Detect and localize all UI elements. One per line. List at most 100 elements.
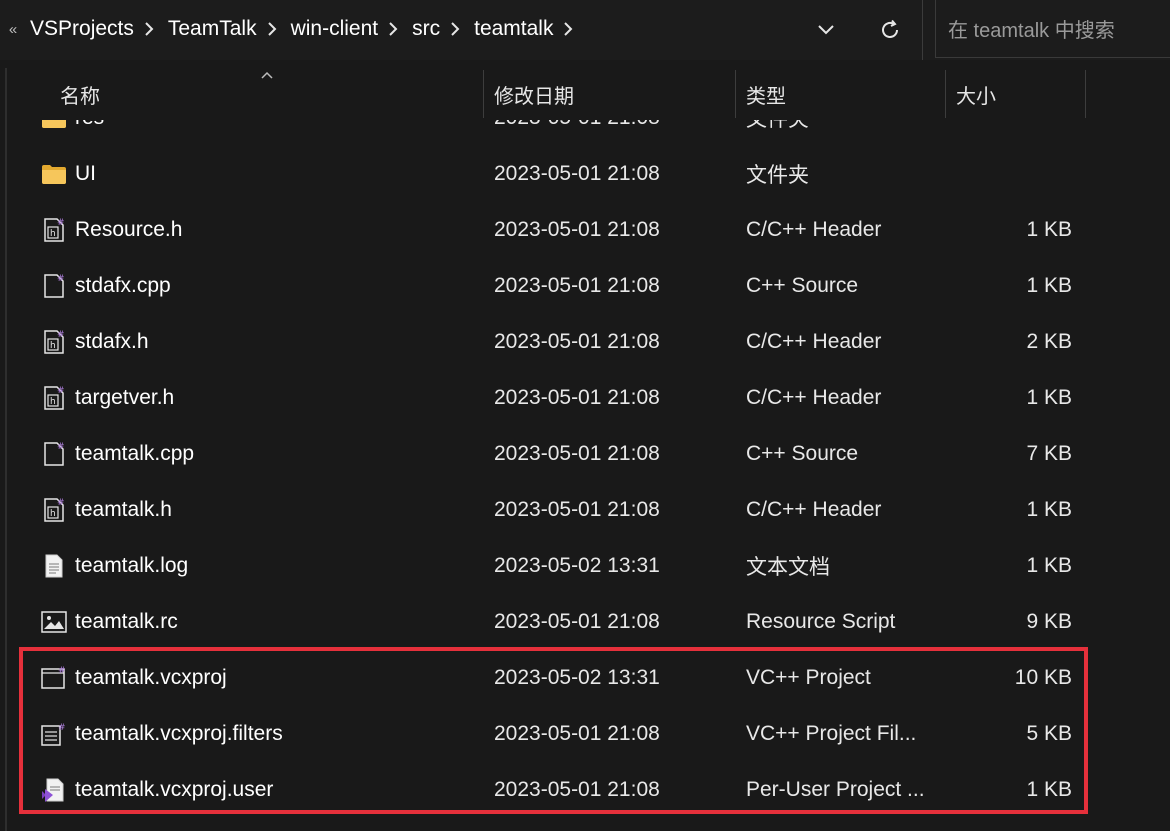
sort-ascending-icon xyxy=(261,71,273,79)
file-type: 文件夹 xyxy=(746,164,809,187)
file-name: Resource.h xyxy=(75,218,183,241)
file-type: VC++ Project Fil... xyxy=(746,722,917,745)
file-row[interactable]: h # teamtalk.h 2023-05-01 21:08 C/C++ Header… xyxy=(20,482,1100,538)
column-divider[interactable] xyxy=(1085,70,1086,118)
file-size: 1 KB xyxy=(1026,218,1072,241)
svg-text:#: # xyxy=(57,442,65,452)
file-date: 2023-05-01 21:08 xyxy=(494,162,660,185)
file-type: Per-User Project ... xyxy=(746,778,925,801)
column-size-header[interactable]: 大小 xyxy=(956,68,996,120)
file-type: C/C++ Header xyxy=(746,330,882,353)
search-placeholder: 在 teamtalk 中搜索 xyxy=(948,20,1115,42)
svg-text:#: # xyxy=(57,386,65,396)
file-row[interactable]: UI 2023-05-01 21:08 文件夹 xyxy=(20,146,1100,202)
breadcrumb: « VSProjects TeamTalk win-client src teamtal… xyxy=(0,0,800,58)
svg-text:h: h xyxy=(50,341,56,351)
file-date: 2023-05-01 21:08 xyxy=(494,330,660,353)
file-row[interactable]: h # stdafx.h 2023-05-01 21:08 C/C++ Header 2 … xyxy=(20,314,1100,370)
column-type-header[interactable]: 类型 xyxy=(746,68,786,120)
vs-user-file-icon xyxy=(40,762,68,818)
file-size: 7 KB xyxy=(1026,442,1072,465)
file-name: stdafx.cpp xyxy=(75,274,171,297)
file-row[interactable]: teamtalk.log 2023-05-02 13:31 文本文档 1 KB xyxy=(20,538,1100,594)
cpp-source-file-icon: # xyxy=(40,258,68,314)
file-size: 2 KB xyxy=(1026,330,1072,353)
breadcrumb-item[interactable]: TeamTalk xyxy=(166,17,259,41)
file-row[interactable]: # stdafx.cpp 2023-05-01 21:08 C++ Source 1 K… xyxy=(20,258,1100,314)
breadcrumb-chevron-icon[interactable] xyxy=(380,20,406,38)
svg-text:h: h xyxy=(50,397,56,407)
breadcrumb-chevron-icon[interactable] xyxy=(442,20,468,38)
vc-filters-file-icon: # xyxy=(40,706,68,762)
search-input[interactable]: 在 teamtalk 中搜索 xyxy=(935,0,1170,58)
file-size: 1 KB xyxy=(1026,386,1072,409)
file-type: C++ Source xyxy=(746,442,859,465)
file-row[interactable]: h # Resource.h 2023-05-01 21:08 C/C++ Header… xyxy=(20,202,1100,258)
file-row[interactable]: # teamtalk.vcxproj 2023-05-02 13:31 VC++ Pr… xyxy=(20,650,1100,706)
cpp-header-file-icon: h # xyxy=(40,370,68,426)
svg-text:h: h xyxy=(50,509,56,519)
file-type: 文本文档 xyxy=(746,556,830,579)
breadcrumb-item[interactable]: src xyxy=(410,17,442,41)
svg-text:#: # xyxy=(57,498,65,508)
svg-text:#: # xyxy=(57,274,65,284)
file-date: 2023-05-01 21:08 xyxy=(494,498,660,521)
folder-icon xyxy=(40,146,68,202)
image-file-icon xyxy=(40,594,68,650)
breadcrumb-chevron-icon[interactable] xyxy=(555,20,581,38)
file-row[interactable]: # teamtalk.vcxproj.filters 2023-05-01 21:0… xyxy=(20,706,1100,762)
breadcrumb-item[interactable]: win-client xyxy=(289,17,381,41)
file-type: VC++ Project xyxy=(746,666,871,689)
file-name: teamtalk.vcxproj xyxy=(75,666,227,689)
svg-text:#: # xyxy=(57,218,65,228)
chevron-down-icon xyxy=(818,25,834,35)
file-type: C/C++ Header xyxy=(746,498,882,521)
file-name: teamtalk.vcxproj.user xyxy=(75,778,274,801)
file-date: 2023-05-02 13:31 xyxy=(494,666,660,689)
address-bar: « VSProjects TeamTalk win-client src teamtal… xyxy=(0,0,1170,60)
address-divider xyxy=(922,0,923,60)
refresh-icon xyxy=(882,19,898,38)
cpp-source-file-icon: # xyxy=(40,426,68,482)
breadcrumb-item[interactable]: VSProjects xyxy=(28,17,136,41)
file-name: teamtalk.cpp xyxy=(75,442,195,465)
file-date: 2023-05-01 21:08 xyxy=(494,442,660,465)
svg-text:#: # xyxy=(58,723,66,733)
vc-project-file-icon: # xyxy=(40,650,68,706)
breadcrumb-chevron-icon[interactable] xyxy=(259,20,285,38)
file-row[interactable]: h # targetver.h 2023-05-01 21:08 C/C++ Heade… xyxy=(20,370,1100,426)
column-name-header[interactable]: 名称 xyxy=(60,68,100,120)
file-date: 2023-05-01 21:08 xyxy=(494,274,660,297)
breadcrumb-chevron-icon[interactable] xyxy=(136,20,162,38)
file-size: 10 KB xyxy=(1014,666,1072,689)
navigation-pane-edge xyxy=(5,68,7,831)
breadcrumb-overflow-button[interactable]: « xyxy=(2,21,24,38)
svg-text:#: # xyxy=(57,330,65,340)
svg-text:#: # xyxy=(58,666,66,676)
column-divider[interactable] xyxy=(735,70,736,118)
file-name: stdafx.h xyxy=(75,330,149,353)
file-date: 2023-05-01 21:08 xyxy=(494,218,660,241)
cpp-header-file-icon: h # xyxy=(40,314,68,370)
file-type: Resource Script xyxy=(746,610,896,633)
file-type: C/C++ Header xyxy=(746,218,882,241)
column-divider[interactable] xyxy=(483,70,484,118)
file-name: UI xyxy=(75,162,96,185)
file-row[interactable]: # teamtalk.cpp 2023-05-01 21:08 C++ Source 7… xyxy=(20,426,1100,482)
file-size: 1 KB xyxy=(1026,554,1072,577)
column-divider[interactable] xyxy=(945,70,946,118)
address-history-dropdown-button[interactable] xyxy=(806,12,846,48)
file-type: C/C++ Header xyxy=(746,386,882,409)
file-list: res2023-05-01 21:08文件夹UI2023-05-01 21:08… xyxy=(0,0,1170,831)
breadcrumb-item[interactable]: teamtalk xyxy=(472,17,555,41)
file-name: targetver.h xyxy=(75,386,175,409)
file-size: 1 KB xyxy=(1026,778,1072,801)
svg-text:h: h xyxy=(50,229,56,239)
file-row[interactable]: teamtalk.vcxproj.user 2023-05-01 21:08 Per… xyxy=(20,762,1100,818)
column-date-header[interactable]: 修改日期 xyxy=(494,68,574,120)
file-type: C++ Source xyxy=(746,274,859,297)
file-date: 2023-05-01 21:08 xyxy=(494,386,660,409)
refresh-button[interactable] xyxy=(868,10,912,50)
file-row[interactable]: teamtalk.rc 2023-05-01 21:08 Resource Scri… xyxy=(20,594,1100,650)
file-name: teamtalk.h xyxy=(75,498,172,521)
